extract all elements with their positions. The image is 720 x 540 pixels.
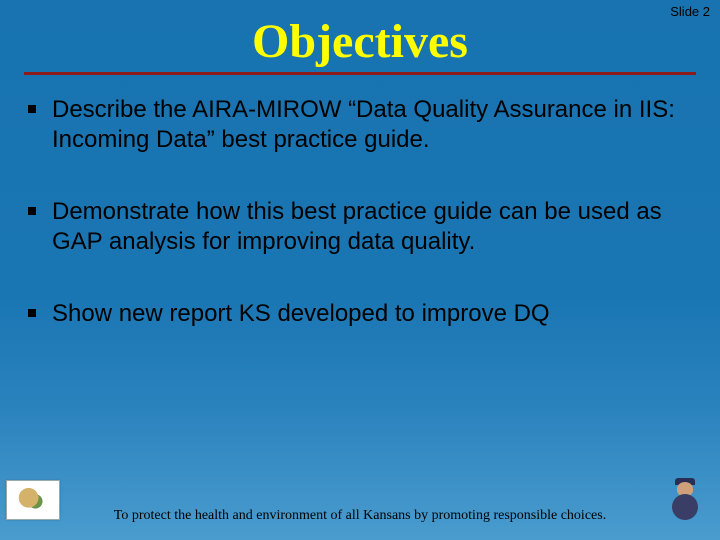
bullet-list: Describe the AIRA-MIROW “Data Quality As… bbox=[24, 95, 684, 329]
bullet-item: Show new report KS developed to improve … bbox=[24, 299, 684, 329]
mascot-icon bbox=[662, 478, 710, 526]
footer-tagline: To protect the health and environment of… bbox=[0, 508, 720, 524]
content-area: Describe the AIRA-MIROW “Data Quality As… bbox=[24, 95, 684, 371]
bullet-item: Describe the AIRA-MIROW “Data Quality As… bbox=[24, 95, 684, 155]
bullet-item: Demonstrate how this best practice guide… bbox=[24, 197, 684, 257]
slide: Slide 2 Objectives Describe the AIRA-MIR… bbox=[0, 0, 720, 540]
slide-title: Objectives bbox=[0, 14, 720, 69]
title-underline bbox=[24, 72, 696, 75]
